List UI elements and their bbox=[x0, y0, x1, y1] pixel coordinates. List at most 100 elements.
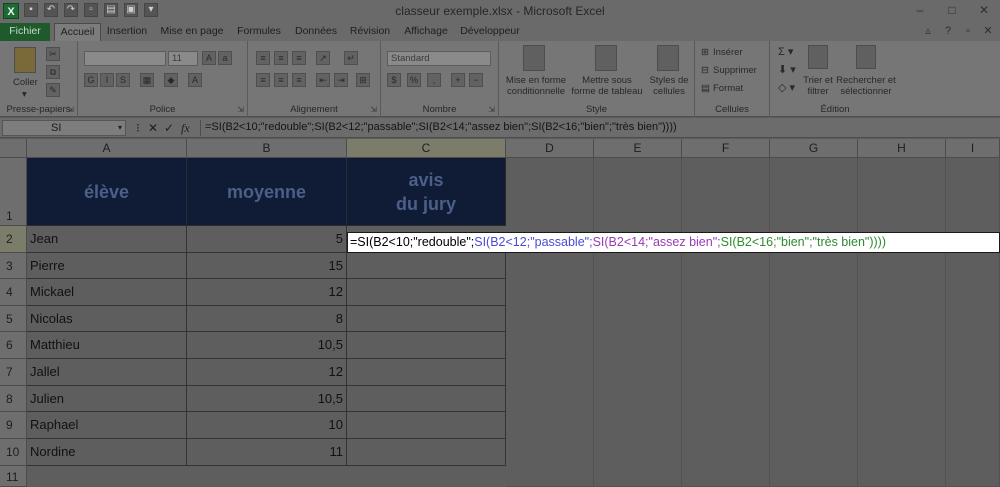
cell-a5[interactable]: Nicolas bbox=[27, 305, 187, 332]
cell-styles-button[interactable]: Styles de cellules bbox=[647, 75, 691, 97]
column-header-a[interactable]: A bbox=[27, 139, 187, 158]
column-h-area[interactable] bbox=[858, 158, 946, 487]
find-select-icon[interactable] bbox=[856, 45, 876, 69]
delete-cells-button[interactable]: Supprimer bbox=[713, 65, 757, 76]
tab-developpeur[interactable]: Développeur bbox=[458, 23, 522, 41]
fill-color-icon[interactable]: ◆ bbox=[164, 73, 178, 87]
clear-icon[interactable]: ◇ ▾ bbox=[778, 83, 795, 94]
fill-icon[interactable]: ⬇ ▾ bbox=[778, 65, 796, 76]
cancel-entry-icon[interactable]: ✕ bbox=[148, 120, 158, 136]
column-d-area[interactable] bbox=[506, 158, 594, 487]
row-header-5[interactable]: 5 bbox=[0, 305, 27, 332]
column-header-d[interactable]: D bbox=[506, 139, 594, 158]
minimize-ribbon-icon[interactable]: ▵ bbox=[922, 25, 934, 37]
decrease-decimal-icon[interactable]: − bbox=[469, 73, 483, 87]
format-cells-button[interactable]: Format bbox=[713, 83, 743, 94]
increase-decimal-icon[interactable]: + bbox=[451, 73, 465, 87]
table-format-icon[interactable] bbox=[595, 45, 617, 71]
autosum-icon[interactable]: Σ ▾ bbox=[778, 47, 793, 58]
cell-b4[interactable]: 12 bbox=[187, 279, 347, 306]
font-name-select[interactable] bbox=[84, 51, 166, 66]
row-header-9[interactable]: 9 bbox=[0, 412, 27, 439]
cell-b10[interactable]: 11 bbox=[187, 439, 347, 466]
font-launcher-icon[interactable]: ⇲ bbox=[237, 105, 244, 114]
cell-a6[interactable]: Matthieu bbox=[27, 332, 187, 359]
cell-c10[interactable] bbox=[347, 439, 506, 466]
cell-a10[interactable]: Nordine bbox=[27, 439, 187, 466]
window-restore-icon[interactable]: ▫ bbox=[962, 25, 974, 37]
font-size-select[interactable]: 11 bbox=[168, 51, 198, 66]
cell-b2[interactable]: 5 bbox=[187, 226, 347, 253]
window-close-icon[interactable]: ✕ bbox=[982, 25, 994, 37]
number-format-select[interactable]: Standard bbox=[387, 51, 491, 66]
row-header-1[interactable]: 1 bbox=[0, 158, 27, 226]
cell-a7[interactable]: Jallel bbox=[27, 359, 187, 386]
confirm-entry-icon[interactable]: ✓ bbox=[164, 120, 174, 136]
tab-revision[interactable]: Révision bbox=[346, 23, 394, 41]
cell-c7[interactable] bbox=[347, 359, 506, 386]
tab-mise-en-page[interactable]: Mise en page bbox=[158, 23, 226, 41]
header-cell-eleve[interactable]: élève bbox=[27, 158, 187, 226]
cell-c2-editor[interactable]: =SI(B2<10;"redouble";SI(B2<12;"passable"… bbox=[347, 232, 1000, 253]
select-all-corner[interactable] bbox=[0, 139, 27, 158]
row-header-4[interactable]: 4 bbox=[0, 279, 27, 306]
insert-cells-button[interactable]: Insérer bbox=[713, 47, 743, 58]
cell-a4[interactable]: Mickael bbox=[27, 279, 187, 306]
merge-center-icon[interactable]: ⊞ bbox=[356, 73, 370, 87]
find-select-button[interactable]: Rechercher et sélectionner bbox=[834, 75, 898, 97]
insert-function-icon[interactable]: fx bbox=[181, 120, 190, 136]
cell-b3[interactable]: 15 bbox=[187, 252, 347, 279]
close-button[interactable]: ✕ bbox=[968, 0, 1000, 20]
paste-dropdown-icon[interactable]: ▾ bbox=[22, 89, 27, 100]
decrease-indent-icon[interactable]: ⇤ bbox=[316, 73, 330, 87]
column-header-c[interactable]: C bbox=[347, 139, 506, 158]
cell-c5[interactable] bbox=[347, 305, 506, 332]
align-left-icon[interactable]: ≡ bbox=[256, 73, 270, 87]
row-header-11[interactable]: 11 bbox=[0, 466, 27, 487]
cell-b8[interactable]: 10,5 bbox=[187, 385, 347, 412]
align-middle-icon[interactable]: ≡ bbox=[274, 51, 288, 65]
cell-c6[interactable] bbox=[347, 332, 506, 359]
tab-donnees[interactable]: Données bbox=[292, 23, 340, 41]
align-bottom-icon[interactable]: ≡ bbox=[292, 51, 306, 65]
formula-options-icon[interactable]: ⁝ bbox=[136, 120, 140, 136]
header-cell-avis-du-jury[interactable]: avis du jury bbox=[347, 158, 506, 226]
row-header-8[interactable]: 8 bbox=[0, 385, 27, 412]
column-header-h[interactable]: H bbox=[858, 139, 946, 158]
name-box[interactable]: SI ▾ bbox=[2, 120, 126, 136]
cell-c9[interactable] bbox=[347, 412, 506, 439]
row-header-2[interactable]: 2 bbox=[0, 226, 27, 253]
column-f-area[interactable] bbox=[682, 158, 770, 487]
column-header-e[interactable]: E bbox=[594, 139, 682, 158]
cell-a3[interactable]: Pierre bbox=[27, 252, 187, 279]
tab-fichier[interactable]: Fichier bbox=[0, 23, 50, 41]
paste-button[interactable]: Coller bbox=[13, 77, 38, 88]
tab-accueil[interactable]: Accueil bbox=[54, 23, 101, 41]
column-g-area[interactable] bbox=[770, 158, 858, 487]
name-box-dropdown-icon[interactable]: ▾ bbox=[118, 121, 122, 135]
row-header-10[interactable]: 10 bbox=[0, 439, 27, 466]
orientation-icon[interactable]: ↗ bbox=[316, 51, 330, 65]
tab-formules[interactable]: Formules bbox=[234, 23, 284, 41]
cell-styles-icon[interactable] bbox=[657, 45, 679, 71]
cell-b6[interactable]: 10,5 bbox=[187, 332, 347, 359]
help-icon[interactable]: ? bbox=[942, 25, 954, 37]
bold-icon[interactable]: G bbox=[84, 73, 98, 87]
cell-c3[interactable] bbox=[347, 252, 506, 279]
sort-filter-button[interactable]: Trier et filtrer bbox=[798, 75, 838, 97]
percent-format-icon[interactable]: % bbox=[407, 73, 421, 87]
alignment-launcher-icon[interactable]: ⇲ bbox=[370, 105, 377, 114]
table-format-button[interactable]: Mettre sous forme de tableau bbox=[569, 75, 645, 97]
cell-a9[interactable]: Raphael bbox=[27, 412, 187, 439]
cell-b5[interactable]: 8 bbox=[187, 305, 347, 332]
formula-input[interactable]: =SI(B2<10;"redouble";SI(B2<12;"passable"… bbox=[200, 120, 998, 136]
minimize-button[interactable]: – bbox=[904, 0, 936, 20]
row-header-7[interactable]: 7 bbox=[0, 359, 27, 386]
tab-affichage[interactable]: Affichage bbox=[400, 23, 452, 41]
cell-b9[interactable]: 10 bbox=[187, 412, 347, 439]
cell-c4[interactable] bbox=[347, 279, 506, 306]
format-painter-icon[interactable]: ✎ bbox=[46, 83, 60, 97]
delete-cells-icon[interactable]: ⊟ bbox=[701, 65, 709, 76]
cut-icon[interactable]: ✂ bbox=[46, 47, 60, 61]
cell-a8[interactable]: Julien bbox=[27, 385, 187, 412]
